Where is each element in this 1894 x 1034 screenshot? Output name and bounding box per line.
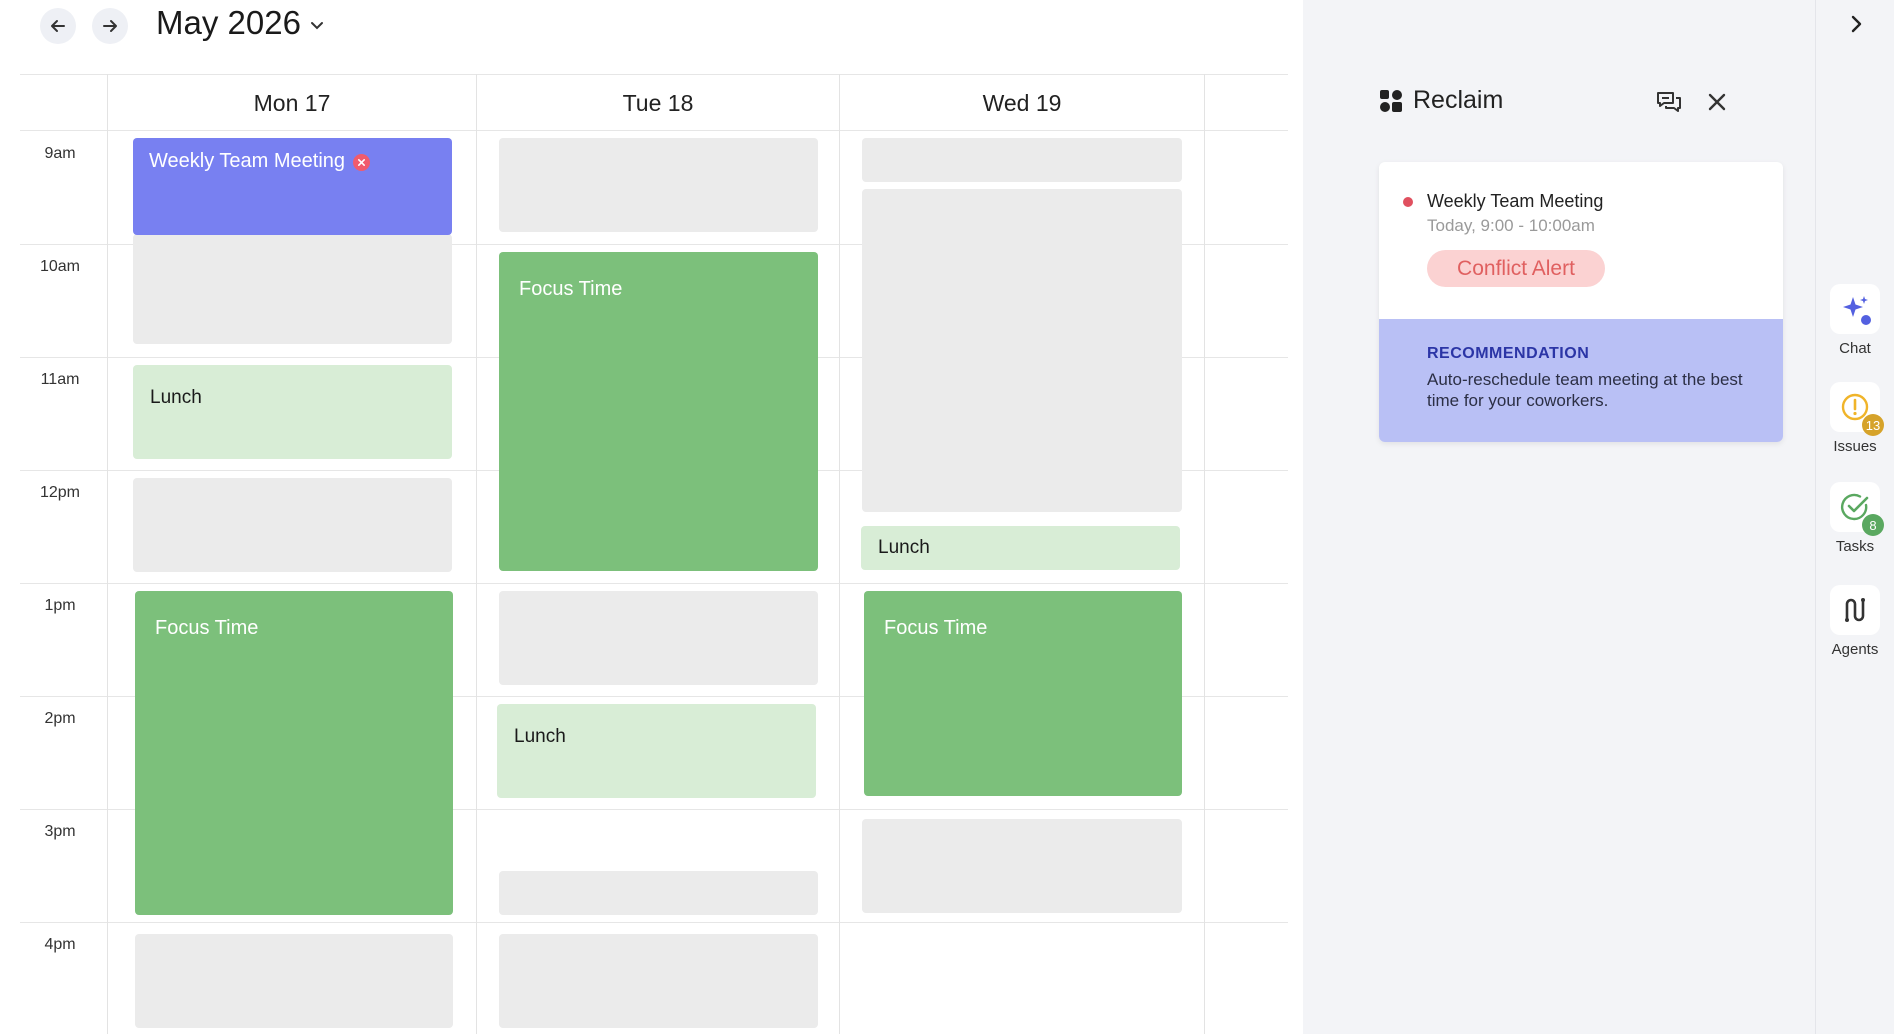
- rail-label: Chat: [1839, 340, 1871, 357]
- event-title: Lunch: [878, 537, 930, 558]
- agents-route-icon: [1845, 598, 1865, 622]
- placeholder-event[interactable]: [862, 138, 1182, 182]
- time-label: 9am: [44, 145, 76, 162]
- rail-tasks[interactable]: 8 Tasks: [1816, 482, 1894, 555]
- placeholder-event[interactable]: [499, 871, 818, 915]
- placeholder-event[interactable]: [499, 934, 818, 1028]
- conflict-card[interactable]: Weekly Team Meeting Today, 9:00 - 10:00a…: [1379, 162, 1783, 442]
- event-lunch[interactable]: Lunch: [133, 365, 452, 459]
- placeholder-event[interactable]: [133, 234, 452, 344]
- close-icon[interactable]: [1703, 88, 1731, 116]
- time-label: 10am: [39, 258, 81, 275]
- event-focus-time[interactable]: Focus Time: [864, 591, 1182, 796]
- prev-week-button[interactable]: [40, 8, 76, 44]
- rail-label: Issues: [1833, 438, 1877, 455]
- month-selector[interactable]: May 2026: [156, 4, 325, 42]
- app-name: Reclaim: [1413, 86, 1504, 114]
- conflict-alert-badge[interactable]: Conflict Alert: [1427, 250, 1605, 287]
- rail-label: Agents: [1831, 641, 1879, 658]
- card-title: Weekly Team Meeting: [1427, 191, 1604, 211]
- card-subtitle: Today, 9:00 - 10:00am: [1427, 216, 1595, 235]
- column-divider: [476, 74, 477, 1034]
- column-divider: [107, 74, 108, 1034]
- rail-agents-box: [1830, 585, 1880, 635]
- conflict-x-icon[interactable]: [353, 154, 371, 171]
- rail-label: Tasks: [1835, 538, 1875, 555]
- recommendation-text: Auto-reschedule team meeting at the best…: [1427, 370, 1743, 410]
- rail-issues[interactable]: 13 Issues: [1816, 382, 1894, 455]
- chevron-down-icon: [310, 22, 323, 30]
- calendar-area: May 2026 Mon 17 Tue 18 Wed 19 9am 10am 1…: [0, 0, 1303, 1034]
- day-header-mon[interactable]: Mon 17: [108, 90, 476, 117]
- rail-chat-box: [1830, 284, 1880, 334]
- month-label: May 2026: [156, 4, 301, 41]
- arrow-right-icon: [103, 20, 117, 32]
- event-lunch[interactable]: Lunch: [497, 704, 816, 798]
- calendar-grid: Mon 17 Tue 18 Wed 19 9am 10am 11am 12pm …: [0, 74, 1290, 1034]
- reclaim-logo: Reclaim: [1379, 86, 1503, 115]
- event-title: Focus Time: [519, 278, 623, 300]
- event-title: Lunch: [514, 726, 566, 747]
- side-rail: Chat 13 Issues 8 Tasks Agents: [1816, 0, 1894, 1034]
- grid-line: [20, 583, 1288, 584]
- time-label: 4pm: [44, 936, 76, 953]
- chevron-right-icon[interactable]: [1844, 12, 1868, 36]
- placeholder-event[interactable]: [499, 138, 818, 232]
- time-label: 2pm: [44, 710, 76, 727]
- event-lunch[interactable]: Lunch: [861, 526, 1180, 570]
- recommendation-title: RECOMMENDATION: [1427, 345, 1590, 362]
- event-focus-time[interactable]: Focus Time: [499, 252, 818, 571]
- grid-line: [20, 922, 1288, 923]
- event-title: Focus Time: [884, 617, 988, 639]
- rail-tasks-box: 8: [1830, 482, 1884, 536]
- placeholder-event[interactable]: [133, 478, 452, 572]
- event-weekly-team-meeting[interactable]: Weekly Team Meeting: [133, 138, 452, 235]
- reclaim-panel: Reclaim Weekly Team Meeting Today, 9:00 …: [1303, 0, 1816, 1034]
- sparkle-icon: [1843, 296, 1871, 325]
- recommendation-box[interactable]: RECOMMENDATION Auto-reschedule team meet…: [1379, 319, 1783, 442]
- event-title: Focus Time: [155, 617, 259, 639]
- next-week-button[interactable]: [92, 8, 128, 44]
- grid-line: [20, 74, 1288, 75]
- column-divider: [1204, 74, 1205, 1034]
- issues-count-badge: 13: [1862, 414, 1884, 436]
- grid-line: [20, 130, 1288, 131]
- chat-bubbles-icon[interactable]: [1655, 88, 1683, 116]
- event-title: Lunch: [150, 387, 202, 408]
- event-focus-time[interactable]: Focus Time: [135, 591, 453, 915]
- day-header-tue[interactable]: Tue 18: [477, 90, 839, 117]
- column-divider: [839, 74, 840, 1034]
- day-header-wed[interactable]: Wed 19: [840, 90, 1204, 117]
- time-label: 1pm: [44, 597, 76, 614]
- placeholder-event[interactable]: [862, 819, 1182, 913]
- time-label: 3pm: [44, 823, 76, 840]
- rail-agents[interactable]: Agents: [1816, 585, 1894, 658]
- time-label: 11am: [40, 371, 80, 388]
- status-dot: [1403, 197, 1413, 207]
- time-label: 12pm: [39, 484, 81, 501]
- event-title: Weekly Team Meeting: [149, 150, 346, 172]
- placeholder-event[interactable]: [862, 189, 1182, 512]
- rail-chat[interactable]: Chat: [1816, 284, 1894, 357]
- arrow-left-icon: [51, 20, 65, 32]
- rail-issues-box: 13: [1830, 382, 1884, 436]
- reclaim-logo-icon: [1380, 89, 1402, 112]
- placeholder-event[interactable]: [135, 934, 453, 1028]
- tasks-count-badge: 8: [1862, 514, 1884, 536]
- placeholder-event[interactable]: [499, 591, 818, 685]
